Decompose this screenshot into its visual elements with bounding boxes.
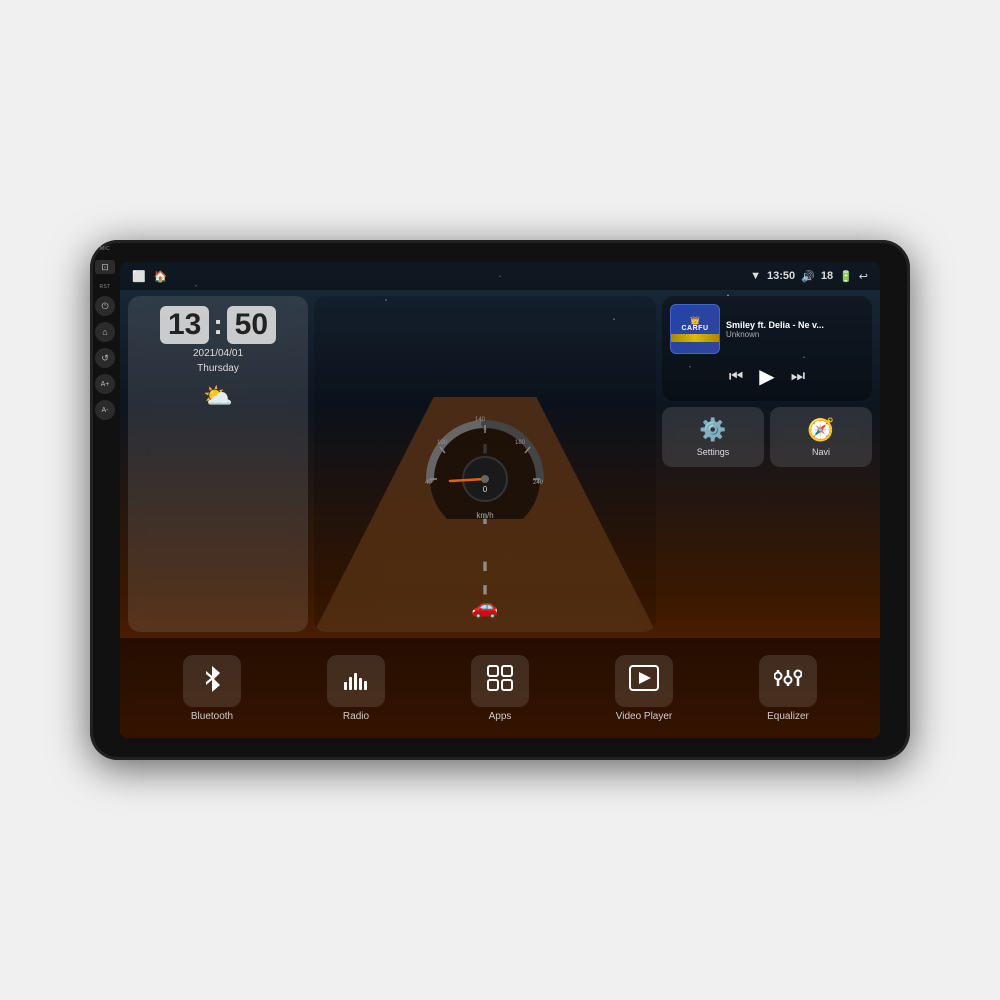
music-title: Smiley ft. Delia - Ne v... xyxy=(726,320,864,330)
music-controls: ⏮ ▶ ⏭ xyxy=(670,360,864,393)
weather-icon: ⛅ xyxy=(203,382,233,411)
status-left: ⬜ 🏠 xyxy=(132,270,167,283)
apps-button[interactable]: Apps xyxy=(450,655,550,722)
volume-level: 18 xyxy=(821,270,833,282)
carfu-text: CARFU xyxy=(682,325,709,332)
power-button[interactable]: ⏻ xyxy=(95,296,115,316)
home-icon: ⌂ xyxy=(102,327,107,337)
clock-widget: 13 : 50 2021/04/01 Thursday ⛅ xyxy=(128,296,308,632)
settings-button[interactable]: ⚙️ Settings xyxy=(662,407,764,467)
svg-text:0: 0 xyxy=(483,485,488,494)
car-icon: 🚗 xyxy=(471,594,498,620)
status-time: 13:50 xyxy=(767,270,795,282)
prev-button[interactable]: ⏮ xyxy=(729,368,743,386)
bottom-bar: Bluetooth xyxy=(120,638,880,738)
speedometer-widget: 0 40 100 140 180 240 xyxy=(314,296,656,632)
battery-icon: 🔋 xyxy=(839,270,853,283)
svg-text:180: 180 xyxy=(515,440,526,446)
device: MIC ⊡ RST ⏻ ⌂ ↺ A+ A- ⬜ 🏠 ▼ xyxy=(90,240,910,760)
crown-icon: 👑 xyxy=(690,316,700,325)
settings-label: Settings xyxy=(697,447,730,457)
right-widgets: 👑 CARFU Smiley ft. Delia - Ne v... Unkno… xyxy=(662,296,872,632)
video-icon-wrap xyxy=(615,655,673,707)
side-panel: MIC ⊡ RST ⏻ ⌂ ↺ A+ A- xyxy=(90,240,120,760)
volume-icon: 🔊 xyxy=(801,270,815,283)
back-icon: ↺ xyxy=(101,353,109,364)
radio-icon xyxy=(342,666,370,696)
video-player-button[interactable]: Video Player xyxy=(594,655,694,722)
home-button[interactable]: ⌂ xyxy=(95,322,115,342)
music-widget[interactable]: 👑 CARFU Smiley ft. Delia - Ne v... Unkno… xyxy=(662,296,872,401)
equalizer-label: Equalizer xyxy=(767,711,809,722)
video-player-label: Video Player xyxy=(616,711,673,722)
next-button[interactable]: ⏭ xyxy=(791,368,805,386)
video-player-icon xyxy=(629,665,659,697)
status-bar: ⬜ 🏠 ▼ 13:50 🔊 18 🔋 ↩ xyxy=(120,262,880,290)
bluetooth-icon-wrap xyxy=(183,655,241,707)
svg-text:240: 240 xyxy=(533,480,544,486)
rst-label: RST xyxy=(100,284,111,290)
play-button[interactable]: ▶ xyxy=(759,364,774,389)
vol-up-button[interactable]: A+ xyxy=(95,374,115,394)
power-icon: ⏻ xyxy=(101,301,108,312)
main-content: 13 : 50 2021/04/01 Thursday ⛅ xyxy=(120,290,880,738)
vol-down-icon: A- xyxy=(102,407,109,414)
navi-label: Navi xyxy=(812,447,830,457)
window-icon: ⬜ xyxy=(132,270,146,283)
svg-text:40: 40 xyxy=(425,480,432,486)
speedo-container: 0 40 100 140 180 240 xyxy=(415,409,555,520)
navi-icon: 🧭 xyxy=(807,417,834,443)
wifi-icon: ▼ xyxy=(750,270,761,282)
apps-icon-wrap xyxy=(471,655,529,707)
screen: ⬜ 🏠 ▼ 13:50 🔊 18 🔋 ↩ 13 : xyxy=(120,262,880,738)
clock-minute: 50 xyxy=(227,306,276,344)
equalizer-icon-wrap xyxy=(759,655,817,707)
equalizer-button[interactable]: Equalizer xyxy=(738,655,838,722)
back-button[interactable]: ↺ xyxy=(95,348,115,368)
mic-label: MIC xyxy=(100,246,110,252)
music-info: Smiley ft. Delia - Ne v... Unknown xyxy=(726,320,864,339)
top-grid: 13 : 50 2021/04/01 Thursday ⛅ xyxy=(120,290,880,638)
clock-date: 2021/04/01 xyxy=(193,348,243,359)
clock-hour: 13 xyxy=(160,306,209,344)
home-status-icon: 🏠 xyxy=(154,270,168,283)
vol-up-icon: A+ xyxy=(101,381,110,388)
radio-button[interactable]: Radio xyxy=(306,655,406,722)
status-right: ▼ 13:50 🔊 18 🔋 ↩ xyxy=(750,270,868,283)
vol-down-button[interactable]: A- xyxy=(95,400,115,420)
settings-icon: ⚙️ xyxy=(699,417,726,443)
clock-day: Thursday xyxy=(197,363,239,374)
home-square-icon: ⊡ xyxy=(101,262,109,273)
speed-unit: km/h xyxy=(476,511,493,520)
svg-text:100: 100 xyxy=(437,440,448,446)
radio-label: Radio xyxy=(343,711,369,722)
speedo-gauge-svg: 0 40 100 140 180 240 xyxy=(415,409,555,519)
music-artist: Unknown xyxy=(726,330,864,339)
svg-text:140: 140 xyxy=(475,417,486,423)
music-top: 👑 CARFU Smiley ft. Delia - Ne v... Unkno… xyxy=(670,304,864,354)
back-status-icon: ↩ xyxy=(859,270,868,283)
radio-icon-wrap xyxy=(327,655,385,707)
carfu-ribbon xyxy=(671,334,719,342)
bluetooth-label: Bluetooth xyxy=(191,711,233,722)
equalizer-icon xyxy=(774,666,802,696)
clock-display: 13 : 50 xyxy=(160,306,276,344)
home-square-button[interactable]: ⊡ xyxy=(95,260,115,274)
apps-label: Apps xyxy=(489,711,512,722)
bluetooth-button[interactable]: Bluetooth xyxy=(162,655,262,722)
bluetooth-icon xyxy=(200,664,224,698)
clock-colon: : xyxy=(213,309,222,341)
navi-button[interactable]: 🧭 Navi xyxy=(770,407,872,467)
settings-navi-row: ⚙️ Settings 🧭 Navi xyxy=(662,407,872,467)
album-art: 👑 CARFU xyxy=(670,304,720,354)
apps-icon xyxy=(487,665,513,697)
